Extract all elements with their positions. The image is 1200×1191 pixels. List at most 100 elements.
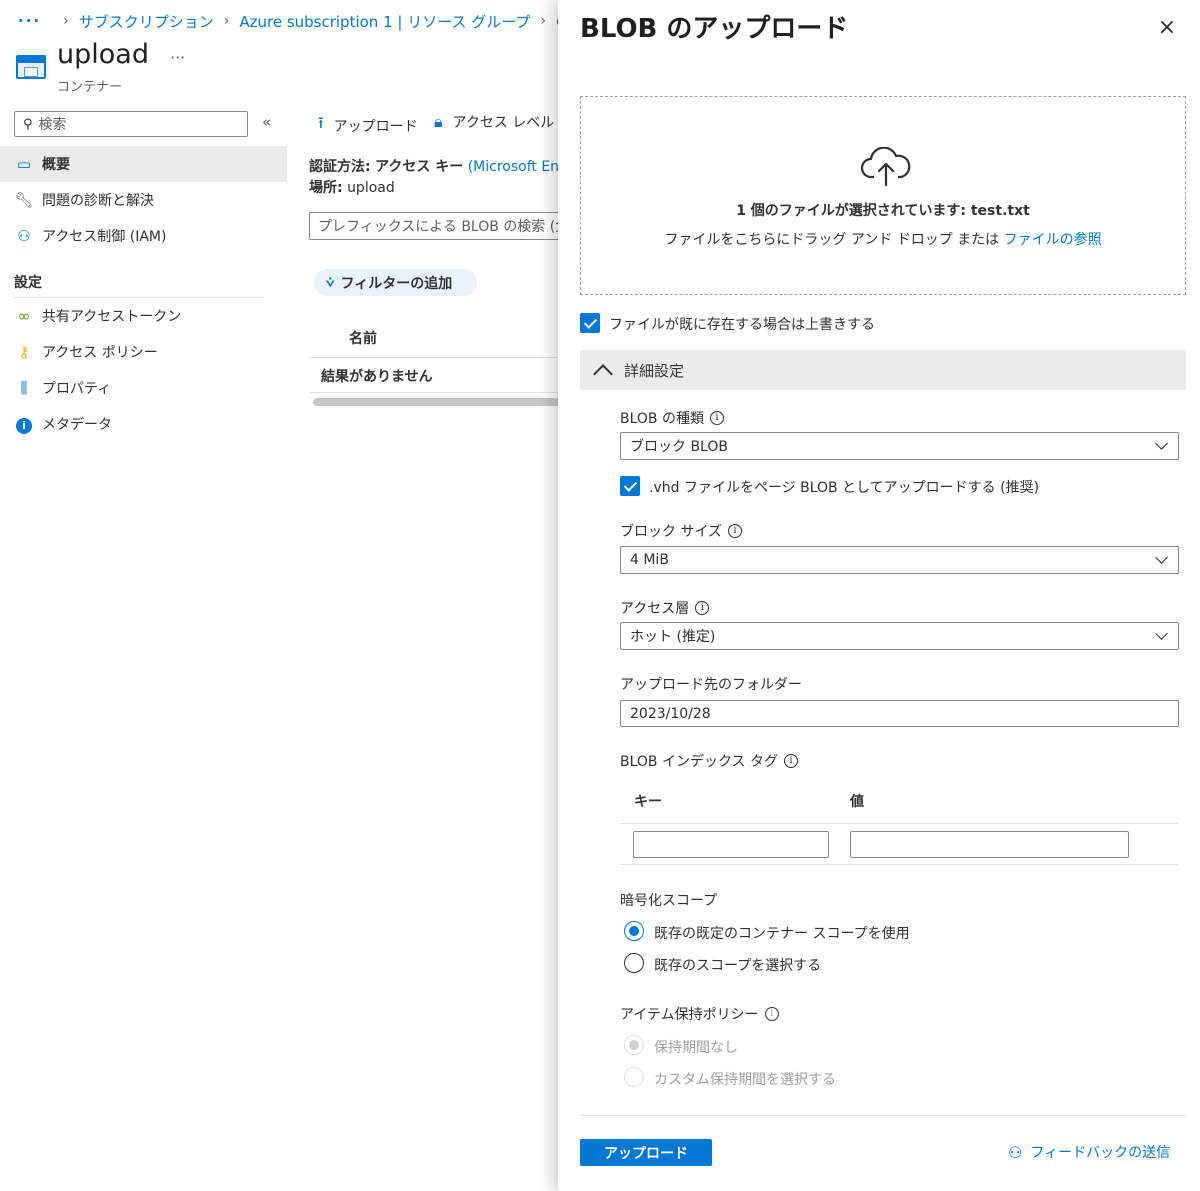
send-feedback-link[interactable]: ⚇ フィードバックの送信 [1008, 1142, 1170, 1162]
info-icon[interactable]: i [784, 754, 799, 768]
upload-button[interactable]: アップロード [580, 1139, 712, 1166]
selected-file-text: 1 個のファイルが選択されています: test.txt [736, 203, 1030, 219]
advanced-settings-toggle[interactable]: 詳細設定 [580, 350, 1186, 390]
block-size-label: ブロック サイズ i [620, 521, 743, 541]
chevron-right-icon: › [223, 13, 230, 29]
cloud-upload-icon [860, 147, 911, 187]
more-icon[interactable]: ··· [170, 48, 185, 67]
encryption-select-radio[interactable] [624, 953, 644, 973]
access-tier-label-text: アクセス層 [620, 601, 690, 617]
sidebar-item-access-policy[interactable]: ⚷ アクセス ポリシー [0, 334, 287, 370]
index-tags-label: BLOB インデックス タグ i [620, 751, 799, 771]
sidebar-item-overview[interactable]: ▭ 概要 [0, 146, 287, 182]
divider [580, 1115, 1186, 1116]
background-page: ··· › サブスクリプション › Azure subscription 1 |… [0, 0, 599, 1191]
upload-command-label: アップロード [333, 118, 418, 135]
block-size-dropdown[interactable]: 4 MiB [620, 546, 1179, 574]
container-icon: ▭ [16, 155, 32, 173]
breadcrumb-resource-groups[interactable]: Azure subscription 1 | リソース グループ [239, 11, 530, 32]
overwrite-checkbox[interactable] [580, 313, 600, 333]
link-icon: ∞ [17, 307, 31, 325]
send-feedback-label: フィードバックの送信 [1030, 1145, 1171, 1161]
sidebar-item-metadata[interactable]: i メタデータ [0, 406, 287, 442]
key-icon: ⚷ [18, 343, 30, 361]
retention-policy-label-text: アイテム保持ポリシー [620, 1007, 759, 1023]
blob-type-label-text: BLOB の種類 [620, 411, 704, 427]
page-title: upload [57, 39, 149, 70]
chevron-down-icon [1155, 627, 1168, 640]
access-tier-dropdown[interactable]: ホット (推定) [620, 622, 1179, 650]
info-icon[interactable]: i [709, 411, 724, 425]
panel-title: BLOB のアップロード [580, 14, 849, 44]
add-filter-button[interactable]: ⩒ フィルターの追加 [314, 269, 477, 296]
blob-search-placeholder: プレフィックスによる BLOB の検索 (大文 [318, 219, 569, 235]
auth-switch-link[interactable]: (Microsoft Ent [468, 159, 565, 175]
chevron-down-icon [1155, 437, 1168, 450]
access-level-label: アクセス レベル [452, 115, 555, 131]
upload-folder-label: アップロード先のフォルダー [620, 677, 802, 693]
chevron-up-icon [593, 364, 613, 384]
close-icon[interactable]: × [1155, 16, 1179, 40]
tag-value-input[interactable] [850, 831, 1129, 858]
filter-add-icon: ⩒ [326, 274, 335, 291]
sidebar-search-input[interactable]: ⚲ 検索 [14, 111, 248, 137]
divider [309, 392, 569, 393]
sidebar-item-label: 概要 [42, 157, 70, 173]
vhd-page-blob-checkbox[interactable] [620, 476, 640, 496]
encryption-select-label: 既存のスコープを選択する [654, 958, 822, 974]
search-icon: ⚲ [23, 116, 33, 132]
breadcrumb-subscriptions[interactable]: サブスクリプション [79, 11, 214, 32]
retention-none-radio [624, 1035, 644, 1055]
upload-folder-input[interactable]: 2023/10/28 [620, 700, 1179, 727]
auth-value: アクセス キー [375, 159, 464, 175]
blob-type-value: ブロック BLOB [630, 439, 728, 455]
info-icon[interactable]: i [695, 601, 710, 615]
collapse-sidebar-icon[interactable]: « [262, 113, 271, 131]
horizontal-scrollbar[interactable] [313, 398, 563, 406]
location-label: 場所: [309, 180, 343, 196]
access-tier-label: アクセス層 i [620, 598, 710, 618]
encryption-default-radio[interactable] [624, 921, 644, 941]
drop-instruction: ファイルをこちらにドラッグ アンド ドロップ または ファイルの参照 [581, 229, 1185, 249]
upload-folder-value: 2023/10/28 [630, 705, 711, 722]
retention-custom-radio [624, 1067, 644, 1087]
lock-icon: 🔒︎ [434, 112, 443, 131]
file-dropzone[interactable]: 1 個のファイルが選択されています: test.txt ファイルをこちらにドラッ… [580, 96, 1186, 295]
access-level-command[interactable]: 🔒︎ アクセス レベル [434, 112, 554, 132]
upload-arrow-icon: ⭱ [318, 113, 324, 132]
info-icon[interactable]: i [728, 524, 743, 538]
no-results-text: 結果がありません [321, 369, 433, 385]
info-icon: i [14, 415, 34, 434]
container-icon [16, 55, 46, 79]
chevron-down-icon [1155, 551, 1168, 564]
access-tier-value: ホット (推定) [630, 629, 716, 645]
wrench-icon: 🔧︎ [14, 191, 34, 209]
vhd-page-blob-label: .vhd ファイルをページ BLOB としてアップロードする (推奨) [649, 480, 1040, 496]
location: 場所: upload [309, 177, 395, 197]
sidebar-item-diagnose[interactable]: 🔧︎ 問題の診断と解決 [0, 182, 287, 218]
overwrite-label: ファイルが既に存在する場合は上書きする [609, 317, 875, 333]
sidebar-item-sas[interactable]: ∞ 共有アクセストークン [0, 298, 287, 334]
browse-files-link[interactable]: ファイルの参照 [1004, 232, 1102, 248]
info-icon[interactable]: i [764, 1007, 779, 1021]
retention-policy-label: アイテム保持ポリシー i [620, 1004, 779, 1024]
sidebar-item-iam[interactable]: ⚇ アクセス制御 (IAM) [0, 218, 287, 254]
block-size-label-text: ブロック サイズ [620, 524, 723, 540]
blob-type-dropdown[interactable]: ブロック BLOB [620, 432, 1179, 460]
encryption-scope-label: 暗号化スコープ [620, 893, 718, 909]
properties-icon: ⫼ [20, 379, 28, 397]
upload-command[interactable]: ⭱ アップロード [318, 112, 418, 139]
sidebar-item-properties[interactable]: ⫼ プロパティ [0, 370, 287, 406]
tag-key-input[interactable] [633, 831, 829, 858]
breadcrumb-more-icon[interactable]: ··· [18, 12, 41, 30]
upload-blob-panel: BLOB のアップロード × 1 個のファイルが選択されています: test.t… [558, 0, 1200, 1191]
auth-label: 認証方法: [309, 159, 371, 175]
blob-search-input[interactable]: プレフィックスによる BLOB の検索 (大文 [309, 212, 569, 240]
sidebar-item-label: アクセス ポリシー [42, 345, 158, 361]
location-value: upload [347, 180, 395, 196]
advanced-settings-label: 詳細設定 [624, 361, 685, 380]
column-header-name[interactable]: 名前 [349, 328, 377, 348]
sidebar-item-label: 問題の診断と解決 [42, 193, 154, 209]
tag-key-header: キー [634, 794, 662, 810]
auth-method: 認証方法: アクセス キー (Microsoft Ent [309, 156, 565, 176]
